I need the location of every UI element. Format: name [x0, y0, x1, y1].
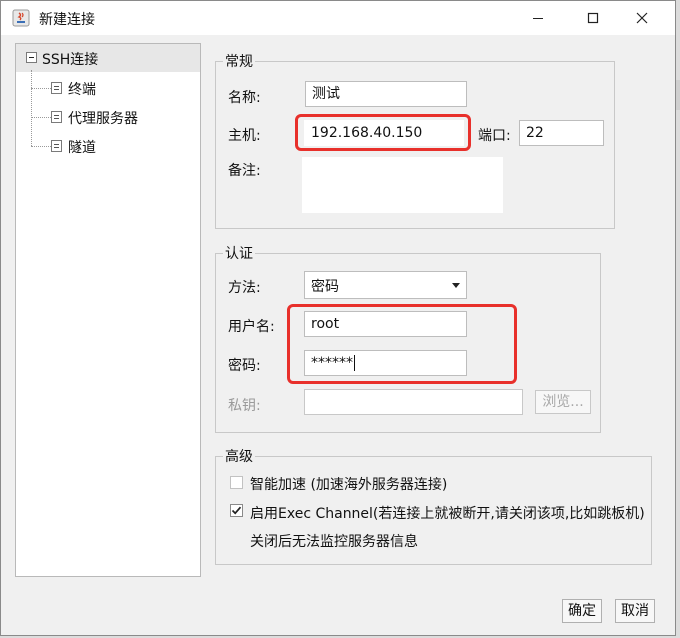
auth-method-value: 密码	[311, 279, 339, 295]
password-label: 密码:	[228, 358, 261, 374]
settings-tree: SSH连接 终端 代理服务器 隧道	[15, 43, 201, 577]
tree-item-label: 终端	[68, 82, 96, 98]
tree-item-label: 代理服务器	[68, 111, 138, 127]
tree-connector	[31, 88, 51, 89]
minimize-button[interactable]	[515, 1, 561, 35]
exec-channel-checkbox[interactable]	[230, 504, 243, 517]
method-label: 方法:	[228, 280, 261, 296]
title-bar[interactable]: 新建连接	[1, 1, 675, 35]
tree-connector	[31, 117, 51, 118]
new-connection-dialog: 新建连接 SSH连接 终端 代理服务器 隧道 常规 名称: 测试 主机: 192…	[0, 0, 676, 636]
close-button[interactable]	[619, 1, 665, 35]
tree-root-label: SSH连接	[42, 52, 99, 68]
tree-connector	[31, 146, 51, 147]
port-field[interactable]: 22	[519, 120, 604, 146]
tree-item-proxy[interactable]: 代理服务器	[31, 108, 191, 128]
private-key-label: 私钥:	[228, 398, 261, 414]
maximize-icon	[587, 12, 599, 24]
note-textarea[interactable]	[302, 157, 503, 213]
exec-channel-label: 启用Exec Channel(若连接上就被断开,请关闭该项,比如跳板机)	[250, 506, 645, 522]
leaf-node-icon	[51, 111, 62, 123]
smart-acceleration-checkbox[interactable]	[230, 476, 243, 489]
note-label: 备注:	[228, 163, 261, 179]
ok-button[interactable]: 确定	[562, 599, 602, 623]
tree-item-terminal[interactable]: 终端	[31, 79, 191, 99]
smart-acceleration-label: 智能加速 (加速海外服务器连接)	[250, 477, 448, 493]
port-label: 端口:	[478, 128, 511, 144]
maximize-button[interactable]	[570, 1, 616, 35]
leaf-node-icon	[51, 82, 62, 94]
close-icon	[636, 12, 648, 24]
minimize-icon	[533, 18, 543, 19]
tree-item-tunnel[interactable]: 隧道	[31, 137, 191, 157]
leaf-node-icon	[51, 140, 62, 152]
chevron-down-icon	[452, 283, 460, 288]
host-highlight-box	[295, 114, 471, 151]
tree-item-label: 隧道	[68, 140, 96, 156]
username-label: 用户名:	[228, 319, 275, 335]
advanced-group-title: 高级	[223, 446, 255, 466]
browse-button[interactable]: 浏览...	[535, 390, 591, 414]
window-title: 新建连接	[39, 12, 95, 28]
cancel-button[interactable]: 取消	[615, 599, 655, 623]
auth-group-title: 认证	[223, 243, 255, 263]
checkmark-icon	[231, 506, 242, 515]
tree-item-ssh[interactable]: SSH连接	[16, 44, 200, 72]
exec-channel-note: 关闭后无法监控服务器信息	[250, 534, 418, 550]
java-app-icon	[12, 9, 30, 27]
collapse-icon[interactable]	[26, 52, 37, 63]
private-key-field[interactable]	[304, 389, 523, 415]
name-label: 名称:	[228, 90, 261, 106]
general-group-title: 常规	[223, 51, 255, 71]
credentials-highlight-box	[287, 304, 517, 384]
host-label: 主机:	[228, 128, 261, 144]
name-field[interactable]: 测试	[305, 81, 467, 107]
auth-method-select[interactable]: 密码	[304, 271, 467, 299]
